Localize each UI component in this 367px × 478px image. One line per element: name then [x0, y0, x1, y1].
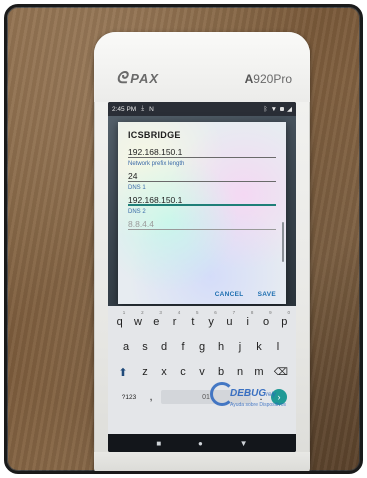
model-number: 920Pro: [253, 72, 292, 86]
brand-name: PAX: [130, 71, 160, 86]
key-o[interactable]: 9o: [257, 310, 274, 334]
key-b[interactable]: b: [212, 360, 230, 384]
dns1-value[interactable]: 192.168.150.1: [128, 194, 276, 206]
key-f[interactable]: f: [174, 335, 192, 359]
key-g[interactable]: g: [193, 335, 211, 359]
bluetooth-icon: ᛒ: [263, 105, 268, 113]
key-hint: 0: [287, 310, 290, 315]
enter-key-icon[interactable]: ›: [271, 389, 287, 405]
key-label: t: [191, 316, 195, 328]
key-hint: 6: [214, 310, 217, 315]
comma-key[interactable]: ,: [142, 385, 160, 409]
key-hint: 1: [122, 310, 126, 315]
dialog-title: ICSBRIDGE: [128, 130, 181, 140]
keyboard-row-4: ?123 , 01 . ›: [111, 385, 293, 409]
key-label: r: [172, 316, 177, 328]
prefix-length-label: Network prefix length: [128, 161, 185, 167]
key-k[interactable]: k: [250, 335, 268, 359]
key-c[interactable]: c: [174, 360, 192, 384]
shift-key-icon[interactable]: ⬆: [111, 360, 135, 384]
dialog-actions: CANCEL SAVE: [215, 291, 276, 298]
network-dialog: ICSBRIDGE 192.168.150.1 Network prefix l…: [118, 122, 286, 304]
symbols-key[interactable]: ?123: [117, 385, 141, 409]
photo-frame: ᘓPAX A920Pro 2:45 PM ⤓ N ᛒ ▼ ◢ ICSBRIDG: [4, 4, 363, 474]
dns2-label: DNS 2: [128, 209, 146, 215]
key-label: y: [208, 316, 214, 328]
key-n[interactable]: n: [231, 360, 249, 384]
save-button[interactable]: SAVE: [258, 291, 276, 298]
space-key[interactable]: 01: [161, 390, 251, 404]
dns2-field[interactable]: DNS 2 8.8.4.4: [128, 209, 276, 230]
prefix-length-field[interactable]: Network prefix length 24: [128, 161, 276, 182]
key-hint: 3: [159, 310, 162, 315]
gateway-field[interactable]: 192.168.150.1: [128, 146, 276, 158]
navigation-bar: ■ ● ▼: [108, 434, 296, 452]
key-hint: 4: [177, 310, 181, 315]
battery-icon: [280, 107, 284, 111]
key-x[interactable]: x: [155, 360, 173, 384]
device-footer: [94, 452, 310, 471]
pos-terminal: ᘓPAX A920Pro 2:45 PM ⤓ N ᛒ ▼ ◢ ICSBRIDG: [94, 32, 310, 471]
key-e[interactable]: 3e: [148, 310, 165, 334]
key-hint: 9: [269, 310, 272, 315]
nav-home-icon[interactable]: ●: [198, 439, 203, 448]
dialog-scrollbar[interactable]: [282, 222, 284, 262]
status-bar: 2:45 PM ⤓ N ᛒ ▼ ◢: [108, 102, 296, 116]
key-z[interactable]: z: [136, 360, 154, 384]
key-r[interactable]: 4r: [166, 310, 183, 334]
touchscreen: 2:45 PM ⤓ N ᛒ ▼ ◢ ICSBRIDGE 192.168.150.…: [108, 102, 296, 452]
key-u[interactable]: 7u: [221, 310, 238, 334]
key-h[interactable]: h: [212, 335, 230, 359]
key-t[interactable]: 5t: [184, 310, 201, 334]
period-key[interactable]: .: [252, 385, 270, 409]
device-header: ᘓ PAX A920Pro: [94, 32, 310, 102]
key-i[interactable]: 8i: [239, 310, 256, 334]
download-icon: ⤓: [141, 105, 145, 112]
key-label: i: [246, 316, 249, 328]
key-hint: 2: [141, 310, 144, 315]
key-s[interactable]: s: [136, 335, 154, 359]
key-m[interactable]: m: [250, 360, 268, 384]
status-right: ᛒ ▼ ◢: [263, 105, 292, 114]
key-p[interactable]: 0p: [276, 310, 293, 334]
key-label: e: [153, 316, 160, 328]
wifi-icon: ▼: [270, 105, 277, 113]
signal-icon: ◢: [287, 106, 292, 113]
key-l[interactable]: l: [269, 335, 287, 359]
key-label: q: [116, 316, 123, 328]
cancel-button[interactable]: CANCEL: [215, 291, 244, 298]
key-hint: 5: [195, 310, 199, 315]
key-d[interactable]: d: [155, 335, 173, 359]
soft-keyboard: 1q 2w 3e 4r 5t 6y 7u 8i 9o 0p a s d f g: [108, 306, 296, 434]
key-hint: 7: [232, 310, 236, 315]
keyboard-row-1: 1q 2w 3e 4r 5t 6y 7u 8i 9o 0p: [111, 310, 293, 334]
keyboard-row-3: ⬆ z x c v b n m ⌫: [111, 360, 293, 384]
nav-square-icon[interactable]: ■: [156, 439, 161, 448]
key-label: p: [281, 316, 288, 328]
keyboard-row-2: a s d f g h j k l: [111, 335, 293, 359]
brand-logo: ᘓ PAX: [116, 70, 159, 88]
key-label: o: [262, 316, 270, 328]
key-w[interactable]: 2w: [129, 310, 146, 334]
brand-swirl-icon: ᘓ: [116, 70, 129, 87]
dns1-field[interactable]: DNS 1 192.168.150.1: [128, 185, 276, 206]
key-q[interactable]: 1q: [111, 310, 128, 334]
prefix-length-value[interactable]: 24: [128, 170, 276, 182]
nav-back-icon[interactable]: ▼: [240, 439, 248, 448]
dns1-label: DNS 1: [128, 185, 146, 191]
model-name: A920Pro: [245, 72, 292, 86]
key-hint: 8: [250, 310, 254, 315]
nfc-icon: N: [149, 105, 154, 113]
model-letter: A: [244, 72, 254, 86]
key-y[interactable]: 6y: [203, 310, 220, 334]
gateway-value[interactable]: 192.168.150.1: [128, 146, 276, 158]
key-v[interactable]: v: [193, 360, 211, 384]
key-j[interactable]: j: [231, 335, 249, 359]
key-a[interactable]: a: [117, 335, 135, 359]
backspace-key-icon[interactable]: ⌫: [269, 360, 293, 384]
status-time: 2:45 PM: [112, 105, 137, 113]
dns2-value[interactable]: 8.8.4.4: [128, 218, 276, 230]
key-label: w: [133, 316, 142, 328]
key-label: u: [226, 316, 233, 328]
